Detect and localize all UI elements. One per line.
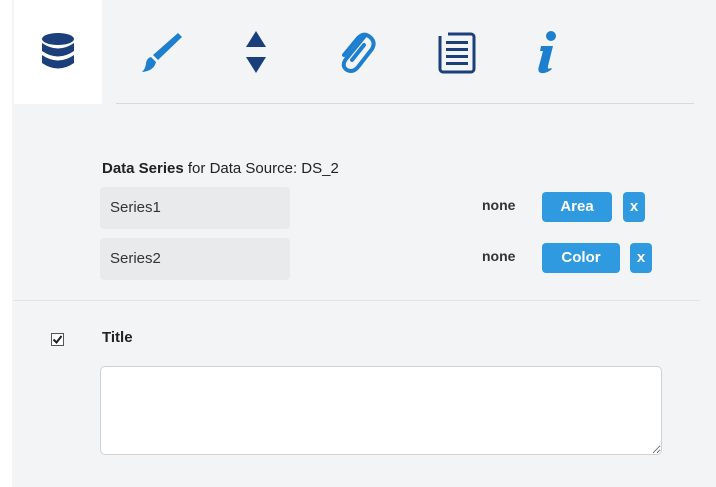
title-checkbox[interactable] xyxy=(51,333,64,346)
checkmark-icon xyxy=(52,335,63,345)
heading-bold-text: Data Series xyxy=(102,160,184,177)
title-label: Title xyxy=(102,329,133,346)
series-name-field[interactable]: Series2 xyxy=(100,238,290,280)
tab-info[interactable] xyxy=(504,0,592,104)
database-icon xyxy=(42,33,74,69)
paperclip-icon xyxy=(341,32,376,73)
left-edge xyxy=(0,0,12,487)
tab-bar-divider xyxy=(116,103,694,104)
tab-sort[interactable] xyxy=(212,0,300,104)
data-series-heading: Data Series for Data Source: DS_2 xyxy=(102,160,339,177)
paintbrush-icon xyxy=(142,33,182,72)
section-divider xyxy=(14,300,700,301)
sort-arrows-icon xyxy=(246,31,266,73)
heading-source-text: for Data Source: DS_2 xyxy=(187,160,339,177)
tab-data[interactable] xyxy=(14,0,102,104)
series-status: none xyxy=(482,248,516,264)
info-icon xyxy=(538,31,556,74)
series-name-field[interactable]: Series1 xyxy=(100,187,290,229)
tab-style[interactable] xyxy=(116,0,204,104)
tab-list[interactable] xyxy=(412,0,500,104)
series-row: Series1 none Area x xyxy=(100,187,660,229)
remove-series-button[interactable]: x xyxy=(630,243,652,273)
series-status: none xyxy=(482,197,516,213)
series-row: Series2 none Color x xyxy=(100,238,660,280)
tab-bar xyxy=(14,0,716,104)
list-icon xyxy=(436,30,476,74)
title-input[interactable] xyxy=(100,366,662,455)
remove-series-button[interactable]: x xyxy=(623,192,645,222)
tab-attachment[interactable] xyxy=(312,0,400,104)
color-button[interactable]: Color xyxy=(542,243,620,273)
area-button[interactable]: Area xyxy=(542,192,612,222)
